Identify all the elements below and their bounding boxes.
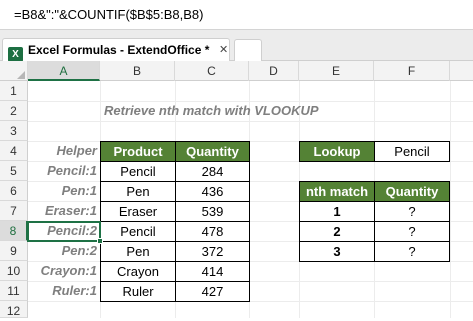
quantity-cell[interactable]: 478 bbox=[176, 222, 250, 242]
row-header-7[interactable]: 7 bbox=[0, 201, 28, 221]
quantity-cell[interactable]: 539 bbox=[176, 202, 250, 222]
column-header-c[interactable]: C bbox=[175, 61, 249, 81]
row-header-3[interactable]: 3 bbox=[0, 121, 28, 141]
helper-cell[interactable]: Pen:2 bbox=[28, 241, 99, 261]
gridline bbox=[28, 121, 473, 122]
quantity-cell[interactable]: 414 bbox=[176, 262, 250, 282]
product-cell[interactable]: Pen bbox=[101, 182, 176, 202]
column-header-f[interactable]: F bbox=[374, 61, 450, 81]
quantity-cell[interactable]: 436 bbox=[176, 182, 250, 202]
product-cell[interactable]: Eraser bbox=[101, 202, 176, 222]
product-cell[interactable]: Pencil bbox=[101, 162, 176, 182]
row-header-8[interactable]: 8 bbox=[0, 221, 28, 241]
quantity-cell[interactable]: 372 bbox=[176, 242, 250, 262]
result-quantity-header[interactable]: Quantity bbox=[375, 182, 450, 202]
select-all-icon bbox=[17, 71, 25, 79]
gridline bbox=[28, 101, 473, 102]
product-cell[interactable]: Ruler bbox=[101, 282, 176, 302]
row-header-10[interactable]: 10 bbox=[0, 261, 28, 281]
quantity-header[interactable]: Quantity bbox=[176, 142, 250, 162]
result-cell[interactable]: ? bbox=[375, 222, 450, 242]
column-headers: A B C D E F bbox=[0, 61, 473, 81]
row-header-1[interactable]: 1 bbox=[0, 81, 28, 101]
column-header-b[interactable]: B bbox=[100, 61, 175, 81]
nth-cell[interactable]: 3 bbox=[300, 242, 375, 262]
formula-text[interactable]: =B8&":"&COUNTIF($B$5:B8,B8) bbox=[14, 7, 204, 22]
column-header-a[interactable]: A bbox=[28, 61, 100, 81]
excel-icon: X bbox=[8, 47, 23, 62]
fill-handle[interactable] bbox=[97, 238, 103, 244]
close-icon[interactable]: ✕ bbox=[219, 43, 228, 56]
helper-cell[interactable]: Ruler:1 bbox=[28, 281, 99, 301]
product-cell[interactable]: Pen bbox=[101, 242, 176, 262]
helper-cell[interactable]: Eraser:1 bbox=[28, 201, 99, 221]
sheet-title[interactable]: Retrieve nth match with VLOOKUP bbox=[104, 103, 319, 118]
row-header-12[interactable]: 12 bbox=[0, 301, 28, 318]
nth-match-header[interactable]: nth match bbox=[300, 182, 375, 202]
select-all-button[interactable] bbox=[0, 61, 28, 81]
product-cell[interactable]: Pencil bbox=[101, 222, 176, 242]
workbook-tab-title: Excel Formulas - ExtendOffice * bbox=[28, 43, 210, 57]
nth-cell[interactable]: 2 bbox=[300, 222, 375, 242]
row-header-9[interactable]: 9 bbox=[0, 241, 28, 261]
row-header-4[interactable]: 4 bbox=[0, 141, 28, 161]
formula-bar[interactable]: =B8&":"&COUNTIF($B$5:B8,B8) bbox=[0, 0, 473, 30]
nth-cell[interactable]: 1 bbox=[300, 202, 375, 222]
helper-header[interactable]: Helper bbox=[28, 141, 99, 161]
row-header-2[interactable]: 2 bbox=[0, 101, 28, 121]
lookup-label[interactable]: Lookup bbox=[300, 142, 375, 162]
result-cell[interactable]: ? bbox=[375, 202, 450, 222]
product-header[interactable]: Product bbox=[101, 142, 176, 162]
gridline bbox=[450, 81, 451, 318]
helper-cell[interactable]: Pen:1 bbox=[28, 181, 99, 201]
product-cell[interactable]: Crayon bbox=[101, 262, 176, 282]
workbook-tab-bar: X Excel Formulas - ExtendOffice * ✕ bbox=[0, 30, 473, 62]
active-cell-selection[interactable] bbox=[27, 221, 101, 242]
helper-cell[interactable]: Pencil:1 bbox=[28, 161, 99, 181]
gridline bbox=[28, 301, 473, 302]
row-header-5[interactable]: 5 bbox=[0, 161, 28, 181]
quantity-cell[interactable]: 284 bbox=[176, 162, 250, 182]
result-cell[interactable]: ? bbox=[375, 242, 450, 262]
row-header-11[interactable]: 11 bbox=[0, 281, 28, 301]
workbook-tab[interactable]: X Excel Formulas - ExtendOffice * ✕ bbox=[2, 38, 230, 62]
row-header-6[interactable]: 6 bbox=[0, 181, 28, 201]
lookup-value-cell[interactable]: Pencil bbox=[375, 142, 450, 162]
column-header-e[interactable]: E bbox=[299, 61, 374, 81]
helper-cell[interactable]: Crayon:1 bbox=[28, 261, 99, 281]
quantity-cell[interactable]: 427 bbox=[176, 282, 250, 302]
column-header-d[interactable]: D bbox=[249, 61, 299, 81]
new-tab-button[interactable] bbox=[234, 39, 262, 61]
